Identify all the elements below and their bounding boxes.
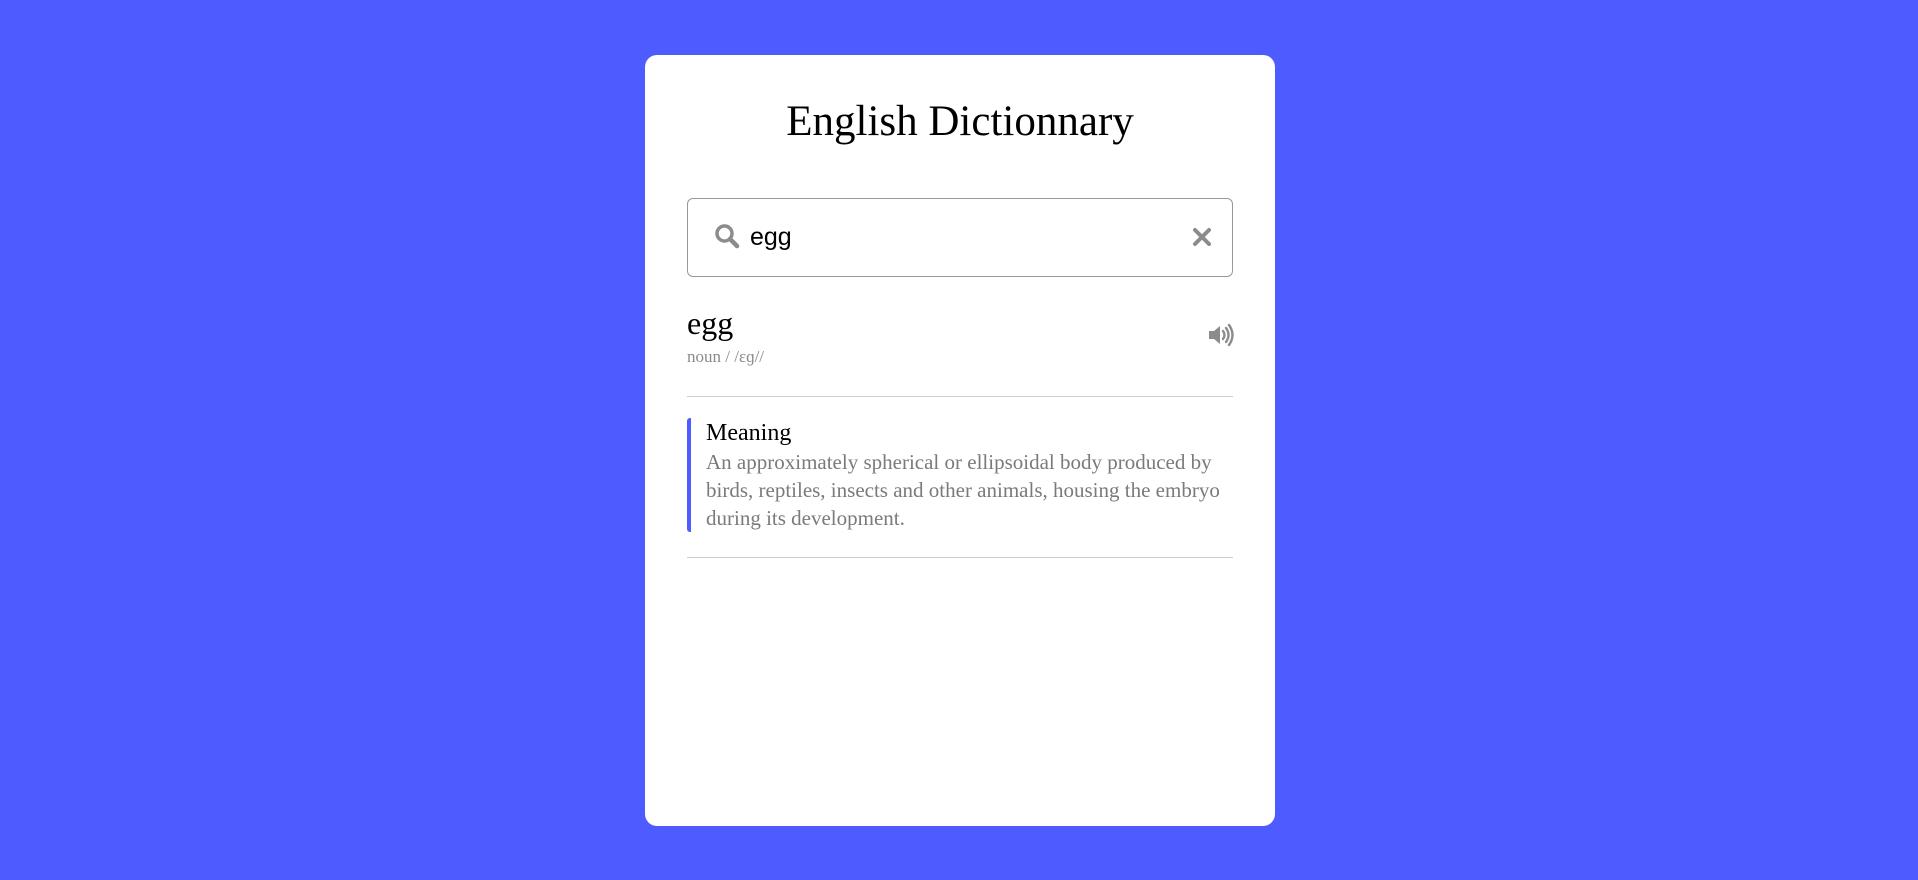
dictionary-card: English Dictionnary egg noun / /ɛɡ// Mea… (645, 55, 1275, 826)
divider (687, 557, 1233, 558)
result-word: egg (687, 305, 734, 341)
divider (687, 396, 1233, 397)
meaning-text: An approximately spherical or ellipsoida… (706, 450, 1220, 530)
search-input[interactable] (750, 217, 1150, 257)
page-title: English Dictionnary (786, 98, 1134, 145)
meaning-label: Meaning (706, 420, 792, 446)
search-box[interactable] (687, 198, 1233, 277)
speaker-icon[interactable] (1207, 323, 1235, 347)
search-icon (714, 223, 740, 249)
close-icon[interactable] (1192, 227, 1212, 247)
result-phonetic: noun / /ɛɡ// (687, 347, 765, 366)
meaning-block: Meaning An approximately spherical or el… (687, 418, 1233, 532)
